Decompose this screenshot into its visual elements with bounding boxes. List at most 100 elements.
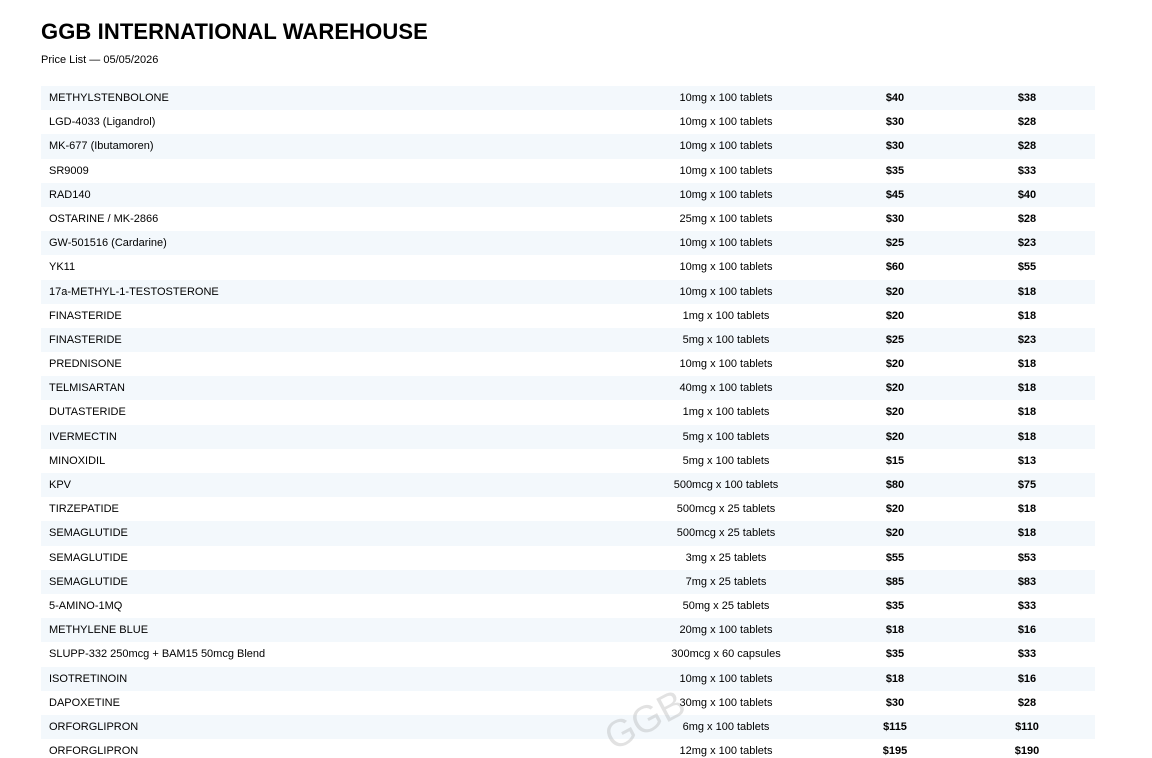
price-secondary: $28 <box>1017 212 1037 225</box>
table-row: FINASTERIDE 5mg x 100 tablets $25 $23 <box>41 327 1095 353</box>
price-primary: $55 <box>885 551 905 564</box>
product-size: 10mg x 100 tablets <box>679 261 773 274</box>
price-primary: $25 <box>885 237 905 250</box>
table-row: TELMISARTAN 40mg x 100 tablets $20 $18 <box>41 376 1095 401</box>
product-size: 20mg x 100 tablets <box>679 624 773 637</box>
price-secondary: $33 <box>1017 599 1037 612</box>
page-title: GGB INTERNATIONAL WAREHOUSE <box>41 19 428 44</box>
product-size: 10mg x 100 tablets <box>679 188 773 201</box>
product-size: 40mg x 100 tablets <box>679 382 773 395</box>
table-row: DAPOXETINE 30mg x 100 tablets $30 $28 <box>41 690 1095 715</box>
price-secondary: $28 <box>1017 696 1037 709</box>
price-secondary: $55 <box>1017 261 1037 274</box>
table-row: SLUPP-332 250mcg + BAM15 50mcg Blend 300m… <box>41 642 1095 667</box>
product-name: 5-AMINO-1MQ <box>49 599 123 612</box>
product-name: FINASTERIDE <box>49 309 122 322</box>
product-name: ORFORGLIPRON <box>49 745 139 758</box>
price-primary: $45 <box>885 188 905 201</box>
price-secondary: $23 <box>1017 237 1037 250</box>
product-name: METHYLSTENBOLONE <box>49 92 169 104</box>
table-row: GW-501516 (Cardarine) 10mg x 100 tablets $… <box>41 231 1095 256</box>
product-name: MINOXIDIL <box>49 454 106 467</box>
table-row: PREDNISONE 10mg x 100 tablets $20 $18 <box>41 352 1095 377</box>
price-secondary: $38 <box>1017 92 1037 104</box>
price-secondary: $83 <box>1017 575 1037 588</box>
product-name: YK11 <box>49 261 76 274</box>
product-size: 3mg x 25 tablets <box>685 551 767 564</box>
product-size: 1mg x 100 tablets <box>682 406 770 419</box>
price-secondary: $16 <box>1017 624 1037 637</box>
product-size: 5mg x 100 tablets <box>682 454 770 467</box>
price-list-page: GGB INTERNATIONAL WAREHOUSE Price List —… <box>0 0 1152 758</box>
table-row: KPV 500mcg x 100 tablets $80 $75 <box>41 473 1095 498</box>
product-size: 6mg x 100 tablets <box>682 720 770 733</box>
table-row: 5-AMINO-1MQ 50mg x 25 tablets $35 $33 <box>41 593 1095 619</box>
price-primary: $20 <box>885 382 905 395</box>
price-secondary: $75 <box>1017 479 1037 491</box>
product-size: 300mcg x 60 capsules <box>671 648 781 661</box>
product-size: 10mg x 100 tablets <box>679 116 773 129</box>
product-name: OSTARINE / MK-2866 <box>49 212 159 225</box>
price-primary: $40 <box>885 92 905 104</box>
table-row: ORFORGLIPRON 6mg x 100 tablets $115 $110 <box>41 714 1095 740</box>
price-primary: $30 <box>885 696 905 709</box>
product-size: 10mg x 100 tablets <box>679 358 773 371</box>
price-secondary: $18 <box>1017 382 1037 395</box>
table-row: SEMAGLUTIDE 500mcg x 25 tablets $20 $18 <box>41 521 1095 546</box>
product-name: SEMAGLUTIDE <box>49 551 128 564</box>
price-primary: $35 <box>885 164 905 177</box>
table-row: SR9009 10mg x 100 tablets $35 $33 <box>41 158 1095 183</box>
price-primary: $20 <box>885 309 905 322</box>
product-size: 7mg x 25 tablets <box>685 575 767 588</box>
table-row: SEMAGLUTIDE 3mg x 25 tablets $55 $53 <box>41 545 1095 570</box>
product-name: SR9009 <box>49 164 89 177</box>
price-primary: $20 <box>885 527 905 540</box>
product-size: 25mg x 100 tablets <box>679 212 773 225</box>
price-secondary: $18 <box>1017 430 1037 443</box>
price-primary: $20 <box>885 406 905 419</box>
price-primary: $60 <box>885 261 905 274</box>
table-row: METHYLSTENBOLONE 10mg x 100 tablets $40 $38 <box>41 86 1095 111</box>
price-primary: $30 <box>885 140 905 153</box>
product-size: 500mcg x 25 tablets <box>676 527 776 540</box>
price-secondary: $33 <box>1017 164 1037 177</box>
price-secondary: $190 <box>1014 745 1040 758</box>
price-primary: $30 <box>885 116 905 129</box>
price-table: METHYLSTENBOLONE 10mg x 100 tablets $40 $38… <box>41 86 1095 758</box>
product-name: IVERMECTIN <box>49 430 117 443</box>
product-name: PREDNISONE <box>49 358 122 371</box>
product-size: 5mg x 100 tablets <box>682 333 770 346</box>
product-size: 30mg x 100 tablets <box>679 696 773 709</box>
product-size: 50mg x 25 tablets <box>682 599 770 612</box>
price-primary: $15 <box>885 454 905 467</box>
price-secondary: $18 <box>1017 503 1037 516</box>
product-name: ISOTRETINOIN <box>49 672 128 685</box>
product-size: 1mg x 100 tablets <box>682 309 770 322</box>
price-primary: $25 <box>885 333 905 346</box>
price-secondary: $40 <box>1017 188 1037 201</box>
price-secondary: $28 <box>1017 116 1037 129</box>
price-secondary: $18 <box>1017 527 1037 540</box>
table-row: MK-677 (Ibutamoren) 10mg x 100 tablets $30… <box>41 134 1095 159</box>
product-size: 500mcg x 100 tablets <box>673 479 779 491</box>
price-secondary: $16 <box>1017 672 1037 685</box>
table-row: MINOXIDIL 5mg x 100 tablets $15 $13 <box>41 448 1095 473</box>
table-row: YK11 10mg x 100 tablets $60 $55 <box>41 255 1095 280</box>
product-name: DUTASTERIDE <box>49 406 126 419</box>
product-name: 17a-METHYL-1-TESTOSTERONE <box>49 285 219 298</box>
product-name: SLUPP-332 250mcg + BAM15 50mcg Blend <box>49 648 266 661</box>
table-row: SEMAGLUTIDE 7mg x 25 tablets $85 $83 <box>41 569 1095 594</box>
price-primary: $35 <box>885 648 905 661</box>
product-name: FINASTERIDE <box>49 333 122 346</box>
product-name: TIRZEPATIDE <box>49 503 119 516</box>
price-secondary: $18 <box>1017 309 1037 322</box>
product-name: RAD140 <box>49 188 91 201</box>
price-primary: $20 <box>885 358 905 371</box>
product-name: SEMAGLUTIDE <box>49 527 128 540</box>
price-primary: $35 <box>885 599 905 612</box>
product-size: 10mg x 100 tablets <box>679 140 773 153</box>
price-primary: $85 <box>885 575 905 588</box>
price-secondary: $18 <box>1017 358 1037 371</box>
price-primary: $20 <box>885 503 905 516</box>
product-name: TELMISARTAN <box>49 382 125 395</box>
